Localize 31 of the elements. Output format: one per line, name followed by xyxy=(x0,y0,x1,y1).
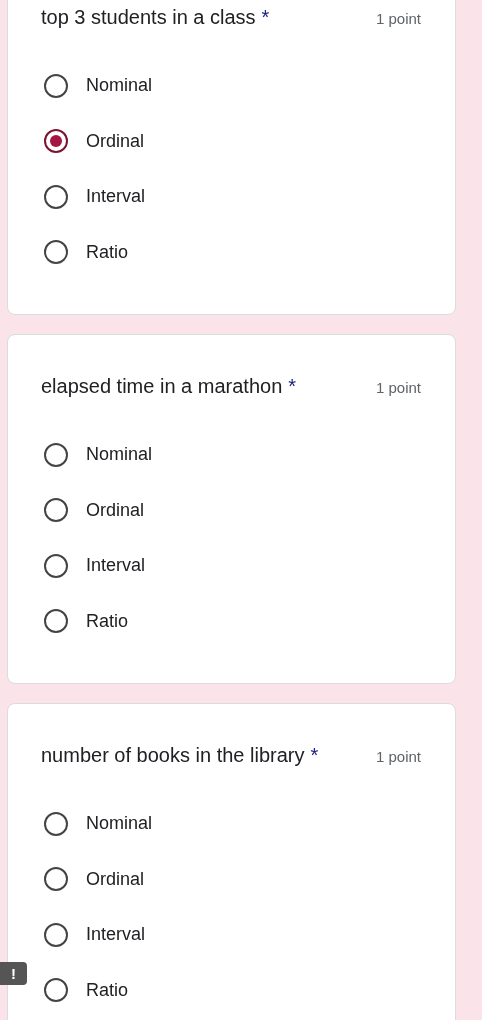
radio-button[interactable] xyxy=(44,498,68,523)
option-label[interactable]: Ordinal xyxy=(86,868,145,890)
option-label[interactable]: Nominal xyxy=(86,813,153,835)
radio-button[interactable] xyxy=(44,978,68,1003)
radio-button[interactable] xyxy=(44,240,68,265)
points-label: 1 point xyxy=(375,378,421,398)
option-label[interactable]: Ordinal xyxy=(86,130,145,152)
option-label[interactable]: Nominal xyxy=(86,444,153,466)
option-label[interactable]: Ratio xyxy=(86,241,129,263)
question-title: elapsed time in a marathon * xyxy=(41,374,297,399)
radio-button[interactable] xyxy=(44,184,68,209)
option-label[interactable]: Nominal xyxy=(86,75,153,97)
radio-button[interactable] xyxy=(44,609,68,634)
radio-button[interactable] xyxy=(44,811,68,836)
option-label[interactable]: Interval xyxy=(86,924,146,946)
option-label[interactable]: Ordinal xyxy=(86,499,145,521)
question-title: top 3 students in a class * xyxy=(41,5,270,30)
option-label[interactable]: Interval xyxy=(86,186,146,208)
feedback-badge[interactable]: ! xyxy=(0,962,27,985)
radio-button[interactable] xyxy=(44,129,68,154)
radio-button[interactable] xyxy=(44,867,68,892)
option-label[interactable]: Ratio xyxy=(86,610,129,632)
points-label: 1 point xyxy=(375,747,421,767)
radio-button[interactable] xyxy=(44,922,68,947)
radio-button[interactable] xyxy=(44,442,68,467)
question-title: number of books in the library * xyxy=(41,743,319,768)
radio-button[interactable] xyxy=(44,73,68,98)
radio-button[interactable] xyxy=(44,553,68,578)
points-label: 1 point xyxy=(375,9,421,29)
option-label[interactable]: Ratio xyxy=(86,979,129,1001)
option-label[interactable]: Interval xyxy=(86,555,146,577)
